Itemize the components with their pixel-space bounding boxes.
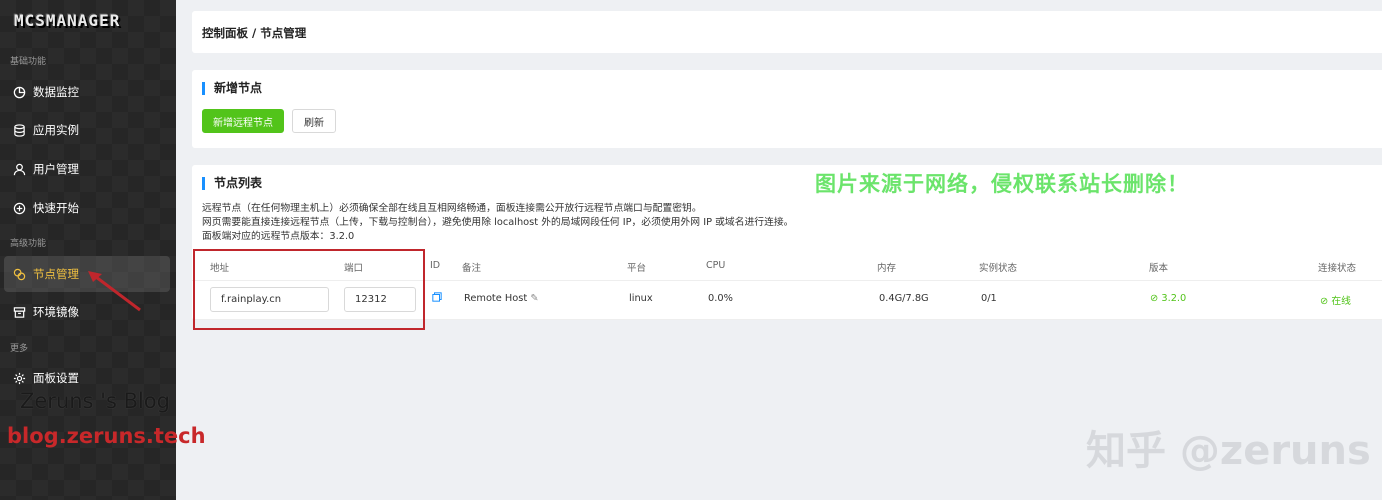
blog-url-watermark: blog.zeruns.tech xyxy=(7,424,206,448)
column-header-connection: 连接状态 xyxy=(1318,263,1357,274)
sidebar-item-label: 应用实例 xyxy=(33,123,79,137)
table-row-version: ⊘ 3.2.0 xyxy=(1150,293,1186,304)
section-label-advanced: 高级功能 xyxy=(10,239,47,249)
breadcrumb: 控制面板 / 节点管理 xyxy=(202,26,307,40)
breadcrumb-card: 控制面板 / 节点管理 xyxy=(192,11,1382,53)
version-text: 3.2.0 xyxy=(1161,293,1187,304)
column-header-remark: 备注 xyxy=(462,263,482,274)
column-header-instance-status: 实例状态 xyxy=(979,263,1018,274)
nodes-icon xyxy=(12,267,26,281)
section-label-basic: 基础功能 xyxy=(10,57,47,67)
connection-text: 在线 xyxy=(1331,296,1351,307)
column-header-memory: 内存 xyxy=(877,263,897,274)
table-row-instances: 0/1 xyxy=(981,293,997,304)
blog-watermark: Zeruns 's Blog xyxy=(20,389,170,413)
refresh-button[interactable]: 刷新 xyxy=(292,109,336,133)
table-row-connection: ⊘ 在线 xyxy=(1320,293,1351,307)
edit-icon[interactable]: ✎ xyxy=(530,293,538,304)
database-icon xyxy=(12,123,26,137)
table-row-remark: Remote Host ✎ xyxy=(464,293,539,304)
new-node-card: 新增节点 新增远程节点 刷新 xyxy=(192,70,1382,148)
sidebar-item-monitor[interactable]: 数据监控 xyxy=(4,74,170,110)
sidebar: MCSMANAGER 基础功能 数据监控 应用实例 用户管理 快速开始 高级功能… xyxy=(0,0,206,500)
sidebar-item-users[interactable]: 用户管理 xyxy=(4,151,170,187)
box-icon xyxy=(12,305,26,319)
node-list-desc-line: 远程节点（在任何物理主机上）必须确保全部在线且互相网络畅通，面板连接需公开放行远… xyxy=(202,203,702,214)
column-header-cpu: CPU xyxy=(706,260,726,271)
sidebar-item-label: 用户管理 xyxy=(33,162,79,176)
highlight-annotation-box xyxy=(193,249,425,330)
copyright-watermark: 图片来源于网络，侵权联系站长删除！ xyxy=(815,172,1189,196)
sidebar-item-label: 环境镜像 xyxy=(33,305,79,319)
zhihu-watermark: 知乎 @zeruns xyxy=(1086,428,1371,474)
column-header-version: 版本 xyxy=(1149,263,1169,274)
sidebar-item-instances[interactable]: 应用实例 xyxy=(4,112,170,148)
remark-text: Remote Host xyxy=(464,293,528,304)
node-list-desc-line: 面板端对应的远程节点版本：3.2.0 xyxy=(202,231,355,242)
table-row-cpu: 0.0% xyxy=(708,293,733,304)
new-node-title: 新增节点 xyxy=(202,82,262,95)
sidebar-item-label: 面板设置 xyxy=(33,371,79,385)
add-remote-node-button[interactable]: 新增远程节点 xyxy=(202,109,284,133)
pie-chart-icon xyxy=(12,85,26,99)
sidebar-item-label: 数据监控 xyxy=(33,85,79,99)
table-row-memory: 0.4G/7.8G xyxy=(879,293,929,304)
check-circle-icon: ⊘ xyxy=(1320,296,1329,307)
plus-circle-icon xyxy=(12,201,26,215)
app-logo[interactable]: MCSMANAGER xyxy=(14,11,120,30)
column-header-platform: 平台 xyxy=(627,263,647,274)
copy-id-icon[interactable] xyxy=(432,292,442,305)
sidebar-item-label: 快速开始 xyxy=(33,201,79,215)
sidebar-item-quickstart[interactable]: 快速开始 xyxy=(4,190,170,226)
node-list-desc-line: 网页需要能直接连接远程节点（上传，下载与控制台），避免使用除 localhost… xyxy=(202,217,794,228)
sidebar-item-label: 节点管理 xyxy=(33,267,79,281)
table-row-platform: linux xyxy=(629,293,653,304)
user-icon xyxy=(12,162,26,176)
arrow-annotation-icon xyxy=(88,271,141,312)
node-list-title: 节点列表 xyxy=(202,177,262,190)
check-circle-icon: ⊘ xyxy=(1150,293,1159,304)
gear-icon xyxy=(12,371,26,385)
section-label-more: 更多 xyxy=(10,344,29,354)
column-header-id: ID xyxy=(430,260,441,271)
